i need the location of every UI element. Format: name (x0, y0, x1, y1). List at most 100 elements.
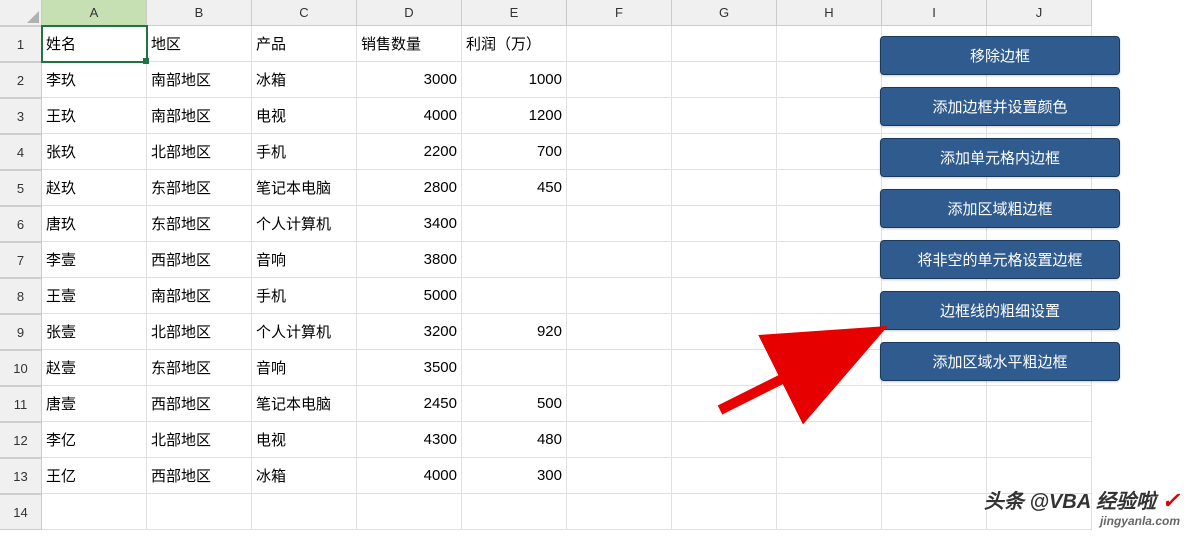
cell-G4[interactable] (672, 134, 777, 170)
row-header-2[interactable]: 2 (0, 62, 42, 98)
cell-E10[interactable] (462, 350, 567, 386)
cell-E4[interactable]: 700 (462, 134, 567, 170)
cell-H10[interactable] (777, 350, 882, 386)
cell-E12[interactable]: 480 (462, 422, 567, 458)
cell-A3[interactable]: 王玖 (42, 98, 147, 134)
cell-G2[interactable] (672, 62, 777, 98)
cell-G3[interactable] (672, 98, 777, 134)
row-header-13[interactable]: 13 (0, 458, 42, 494)
cell-E2[interactable]: 1000 (462, 62, 567, 98)
cell-B4[interactable]: 北部地区 (147, 134, 252, 170)
column-header-C[interactable]: C (252, 0, 357, 26)
cell-E11[interactable]: 500 (462, 386, 567, 422)
cell-E1[interactable]: 利润（万） (462, 26, 567, 62)
cell-B11[interactable]: 西部地区 (147, 386, 252, 422)
cell-E5[interactable]: 450 (462, 170, 567, 206)
cell-A10[interactable]: 赵壹 (42, 350, 147, 386)
cell-F14[interactable] (567, 494, 672, 530)
row-header-14[interactable]: 14 (0, 494, 42, 530)
cell-B7[interactable]: 西部地区 (147, 242, 252, 278)
cell-H14[interactable] (777, 494, 882, 530)
select-all-corner[interactable] (0, 0, 42, 26)
add-thick-border-button[interactable]: 添加区域粗边框 (880, 189, 1120, 228)
border-weight-button[interactable]: 边框线的粗细设置 (880, 291, 1120, 330)
cell-H1[interactable] (777, 26, 882, 62)
cell-B10[interactable]: 东部地区 (147, 350, 252, 386)
row-header-3[interactable]: 3 (0, 98, 42, 134)
cell-C2[interactable]: 冰箱 (252, 62, 357, 98)
cell-A4[interactable]: 张玖 (42, 134, 147, 170)
cell-H3[interactable] (777, 98, 882, 134)
row-header-1[interactable]: 1 (0, 26, 42, 62)
cell-F11[interactable] (567, 386, 672, 422)
cell-H8[interactable] (777, 278, 882, 314)
cell-C3[interactable]: 电视 (252, 98, 357, 134)
cell-D13[interactable]: 4000 (357, 458, 462, 494)
cell-G9[interactable] (672, 314, 777, 350)
cell-G5[interactable] (672, 170, 777, 206)
cell-H2[interactable] (777, 62, 882, 98)
cell-G12[interactable] (672, 422, 777, 458)
cell-A13[interactable]: 王亿 (42, 458, 147, 494)
cell-A2[interactable]: 李玖 (42, 62, 147, 98)
cell-H9[interactable] (777, 314, 882, 350)
cell-H6[interactable] (777, 206, 882, 242)
cell-D3[interactable]: 4000 (357, 98, 462, 134)
cell-C10[interactable]: 音响 (252, 350, 357, 386)
cell-C4[interactable]: 手机 (252, 134, 357, 170)
cell-D2[interactable]: 3000 (357, 62, 462, 98)
row-header-6[interactable]: 6 (0, 206, 42, 242)
cell-I12[interactable] (882, 422, 987, 458)
cell-A1[interactable]: 姓名 (42, 26, 147, 62)
cell-C8[interactable]: 手机 (252, 278, 357, 314)
cell-H5[interactable] (777, 170, 882, 206)
row-header-10[interactable]: 10 (0, 350, 42, 386)
cell-B1[interactable]: 地区 (147, 26, 252, 62)
row-header-9[interactable]: 9 (0, 314, 42, 350)
cell-A12[interactable]: 李亿 (42, 422, 147, 458)
cell-F2[interactable] (567, 62, 672, 98)
column-header-F[interactable]: F (567, 0, 672, 26)
cell-D11[interactable]: 2450 (357, 386, 462, 422)
add-inner-border-button[interactable]: 添加单元格内边框 (880, 138, 1120, 177)
cell-G14[interactable] (672, 494, 777, 530)
cell-I14[interactable] (882, 494, 987, 530)
cell-H11[interactable] (777, 386, 882, 422)
cell-D14[interactable] (357, 494, 462, 530)
cell-A6[interactable]: 唐玖 (42, 206, 147, 242)
row-header-7[interactable]: 7 (0, 242, 42, 278)
add-nonempty-border-button[interactable]: 将非空的单元格设置边框 (880, 240, 1120, 279)
cell-B14[interactable] (147, 494, 252, 530)
cell-E14[interactable] (462, 494, 567, 530)
cell-E9[interactable]: 920 (462, 314, 567, 350)
cell-G13[interactable] (672, 458, 777, 494)
cell-I13[interactable] (882, 458, 987, 494)
cell-F3[interactable] (567, 98, 672, 134)
cell-C12[interactable]: 电视 (252, 422, 357, 458)
cell-A14[interactable] (42, 494, 147, 530)
cell-I11[interactable] (882, 386, 987, 422)
cell-A7[interactable]: 李壹 (42, 242, 147, 278)
cell-F10[interactable] (567, 350, 672, 386)
cell-A9[interactable]: 张壹 (42, 314, 147, 350)
row-header-8[interactable]: 8 (0, 278, 42, 314)
cell-E8[interactable] (462, 278, 567, 314)
column-header-I[interactable]: I (882, 0, 987, 26)
row-header-11[interactable]: 11 (0, 386, 42, 422)
cell-D12[interactable]: 4300 (357, 422, 462, 458)
cell-H7[interactable] (777, 242, 882, 278)
cell-F13[interactable] (567, 458, 672, 494)
column-header-B[interactable]: B (147, 0, 252, 26)
cell-F12[interactable] (567, 422, 672, 458)
cell-F5[interactable] (567, 170, 672, 206)
cell-C13[interactable]: 冰箱 (252, 458, 357, 494)
cell-B6[interactable]: 东部地区 (147, 206, 252, 242)
cell-C1[interactable]: 产品 (252, 26, 357, 62)
cell-G10[interactable] (672, 350, 777, 386)
cell-B8[interactable]: 南部地区 (147, 278, 252, 314)
cell-C5[interactable]: 笔记本电脑 (252, 170, 357, 206)
cell-H12[interactable] (777, 422, 882, 458)
cell-D7[interactable]: 3800 (357, 242, 462, 278)
add-border-color-button[interactable]: 添加边框并设置颜色 (880, 87, 1120, 126)
cell-F1[interactable] (567, 26, 672, 62)
